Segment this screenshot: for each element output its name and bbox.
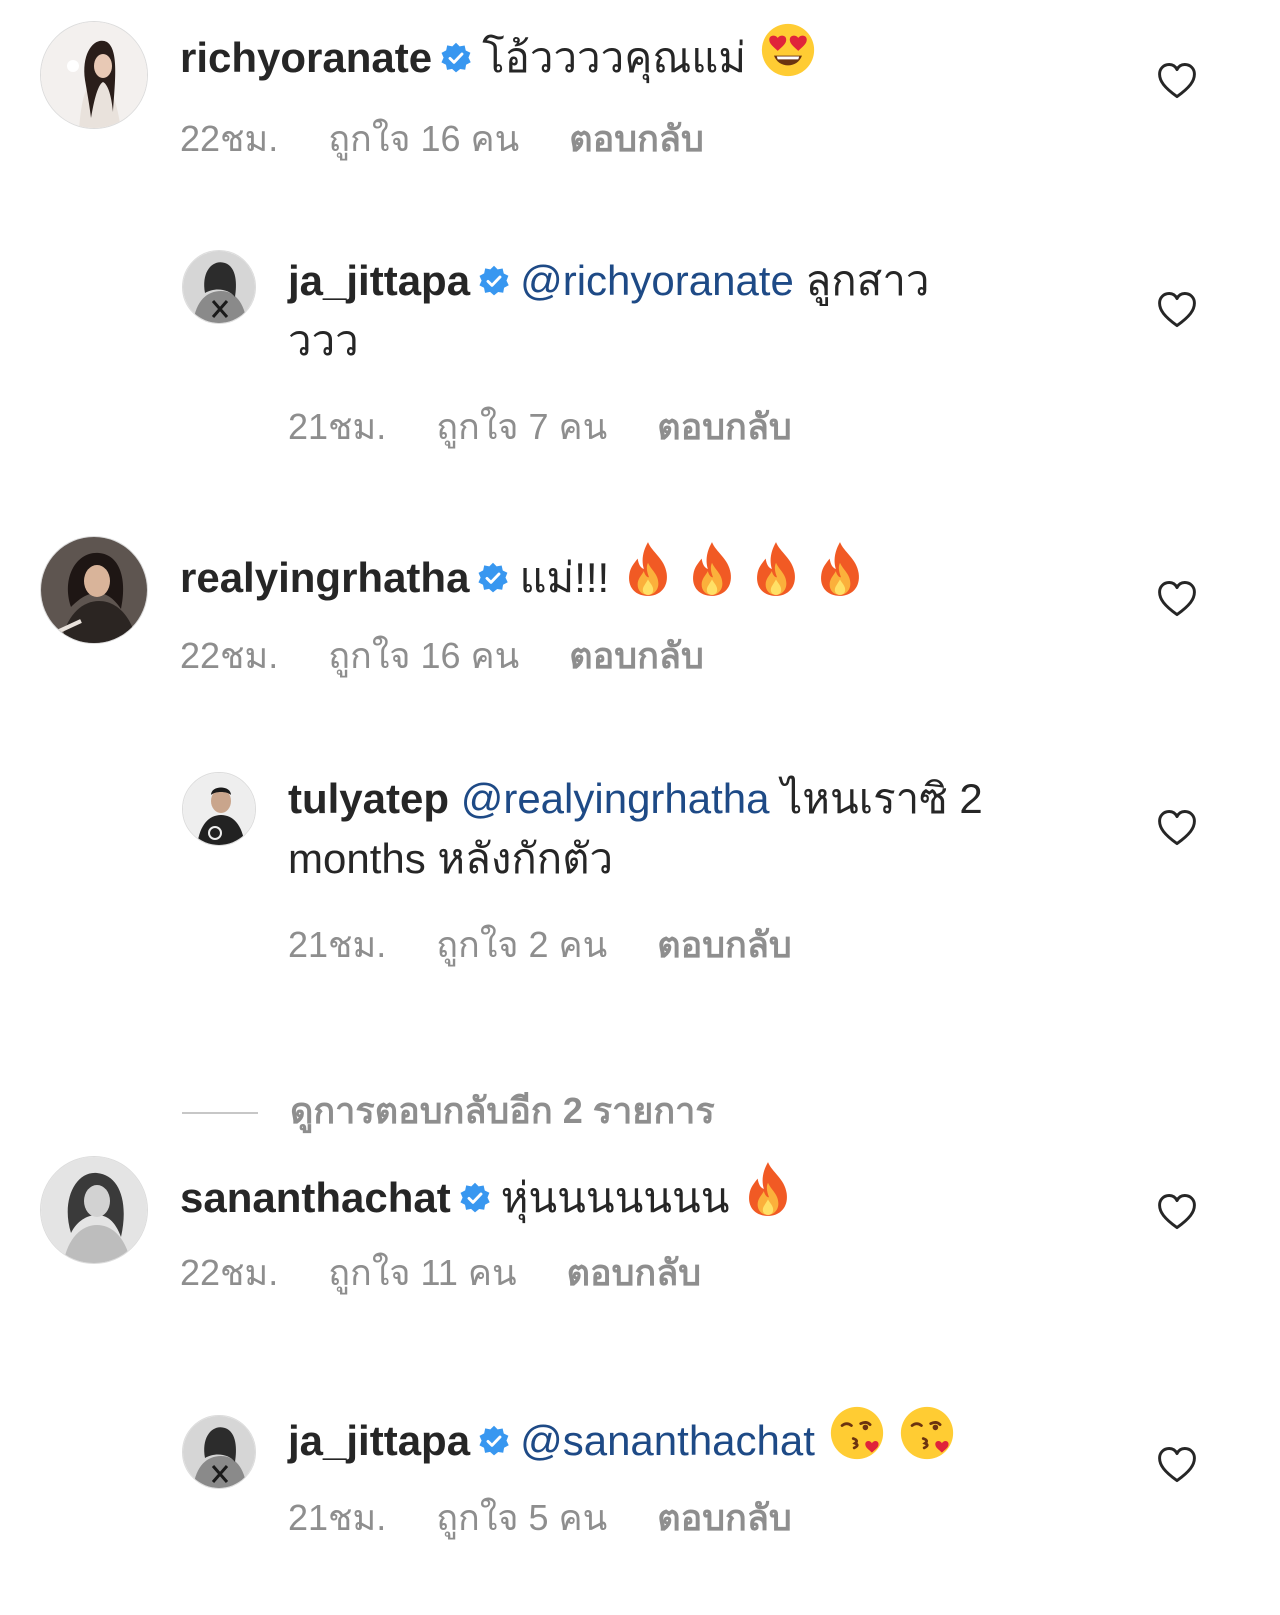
reply-tulyatep: tulyatep @realyingrhatha ไหนเราซิ 2 mont… <box>0 760 1280 990</box>
avatar[interactable] <box>40 536 148 644</box>
divider-line <box>182 1112 258 1115</box>
avatar[interactable] <box>40 1156 148 1264</box>
heart-outline-icon[interactable] <box>1155 806 1199 850</box>
reply-likes[interactable]: ถูกใจ 5 คน <box>436 1489 607 1546</box>
verified-badge-icon <box>440 42 472 74</box>
comment-realyingrhatha: realyingrhatha แม่!!! 22ชม. ถูกใจ 16 คน ตอบ… <box>0 520 1280 700</box>
comment-time[interactable]: 22ชม. <box>180 110 278 167</box>
comment-username[interactable]: realyingrhatha <box>180 554 469 601</box>
comment-likes[interactable]: ถูกใจ 16 คน <box>328 627 519 684</box>
reply-text-continued: ววว <box>288 317 359 364</box>
fire-emoji-icon <box>815 540 865 598</box>
avatar[interactable] <box>182 250 256 324</box>
view-more-replies-button[interactable]: ดูการตอบกลับอีก 2 รายการ <box>182 1082 715 1139</box>
fire-emoji-icon <box>751 540 801 598</box>
verified-badge-icon <box>459 1182 491 1214</box>
view-more-replies-label: ดูการตอบกลับอีก 2 รายการ <box>290 1090 715 1131</box>
reply-text: ลูกสาว <box>805 257 930 304</box>
heart-outline-icon[interactable] <box>1155 1190 1199 1234</box>
fire-emoji-icon <box>687 540 737 598</box>
heart-outline-icon[interactable] <box>1155 59 1199 103</box>
mention-link[interactable]: @realyingrhatha <box>461 775 770 822</box>
kissing-heart-emoji-icon <box>829 1405 885 1461</box>
comment-likes[interactable]: ถูกใจ 11 คน <box>328 1244 516 1301</box>
reply-button[interactable]: ตอบกลับ <box>657 1489 792 1546</box>
comment-richyoranate: richyoranate โอ้ววววคุณแม่ 22ชม. ถูกใจ 16 … <box>0 0 1280 180</box>
reply-likes[interactable]: ถูกใจ 2 คน <box>436 916 607 973</box>
mention-link[interactable]: @sananthachat <box>520 1417 815 1464</box>
avatar[interactable] <box>182 772 256 846</box>
heart-outline-icon[interactable] <box>1155 288 1199 332</box>
reply-button[interactable]: ตอบกลับ <box>567 1244 702 1301</box>
comment-text: แม่!!! <box>519 554 610 601</box>
fire-emoji-icon <box>743 1160 793 1218</box>
reply-likes[interactable]: ถูกใจ 7 คน <box>436 398 607 455</box>
verified-badge-icon <box>478 265 510 297</box>
mention-link[interactable]: @richyoranate <box>520 257 794 304</box>
verified-badge-icon <box>478 1425 510 1457</box>
reply-button[interactable]: ตอบกลับ <box>657 398 792 455</box>
heart-eyes-emoji-icon <box>760 22 816 78</box>
reply-ja_jittapa: ja_jittapa @richyoranate ลูกสาว ววว 21ชม.… <box>0 240 1280 460</box>
comment-text: หุ่นนนนนนน <box>500 1174 730 1221</box>
fire-emoji-icon <box>623 540 673 598</box>
avatar[interactable] <box>40 21 148 129</box>
reply-time[interactable]: 21ชม. <box>288 916 386 973</box>
reply-username[interactable]: ja_jittapa <box>288 1417 470 1464</box>
comment-sananthachat: sananthachat หุ่นนนนนนน 22ชม. ถูกใจ 11 คน ต… <box>0 1150 1280 1330</box>
heart-outline-icon[interactable] <box>1155 1443 1199 1487</box>
reply-button[interactable]: ตอบกลับ <box>569 110 704 167</box>
heart-outline-icon[interactable] <box>1155 577 1199 621</box>
reply-time[interactable]: 21ชม. <box>288 398 386 455</box>
reply-username[interactable]: ja_jittapa <box>288 257 470 304</box>
verified-badge-icon <box>477 562 509 594</box>
comment-likes[interactable]: ถูกใจ 16 คน <box>328 110 519 167</box>
reply-text-continued: months หลังกักตัว <box>288 835 614 882</box>
reply-text: ไหนเราซิ 2 <box>781 775 983 822</box>
reply-ja_jittapa-2: ja_jittapa @sananthachat 21ชม. ถูกใจ 5 คน ต… <box>0 1405 1280 1605</box>
reply-button[interactable]: ตอบกลับ <box>657 916 792 973</box>
reply-username[interactable]: tulyatep <box>288 775 449 822</box>
avatar[interactable] <box>182 1415 256 1489</box>
comment-time[interactable]: 22ชม. <box>180 627 278 684</box>
comment-username[interactable]: sananthachat <box>180 1174 451 1221</box>
kissing-heart-emoji-icon <box>899 1405 955 1461</box>
reply-time[interactable]: 21ชม. <box>288 1489 386 1546</box>
reply-button[interactable]: ตอบกลับ <box>569 627 704 684</box>
comment-text: โอ้ววววคุณแม่ <box>482 34 747 81</box>
comment-username[interactable]: richyoranate <box>180 34 432 81</box>
comment-time[interactable]: 22ชม. <box>180 1244 278 1301</box>
